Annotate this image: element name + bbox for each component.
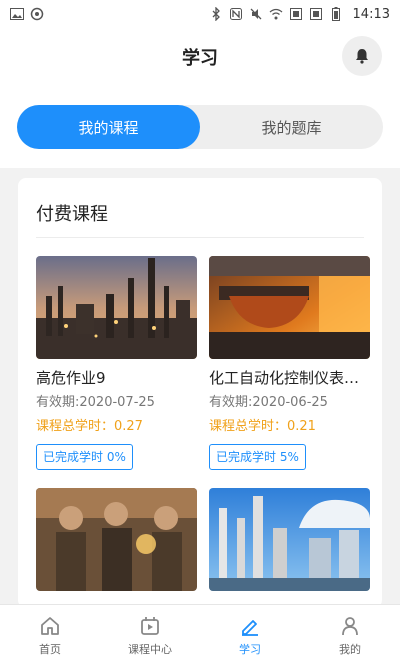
nav-label: 学习	[239, 642, 261, 656]
notification-button[interactable]	[342, 36, 382, 76]
nav-home[interactable]: 首页	[0, 605, 100, 666]
wifi-icon	[269, 7, 283, 21]
nav-label: 课程中心	[128, 642, 172, 656]
course-item[interactable]	[209, 488, 370, 591]
nfc-icon	[229, 7, 243, 21]
bottom-nav: 首页 课程中心 学习 我的	[0, 604, 400, 666]
status-time: 14:13	[352, 6, 390, 22]
course-thumbnail	[209, 488, 370, 591]
section-title: 付费课程	[36, 204, 108, 225]
nav-label: 首页	[39, 642, 61, 656]
paid-courses-card: 付费课程 高危作业9 有效期:2020-07-25 课程总学时：0.27 已完成…	[18, 178, 382, 608]
person-icon	[342, 616, 358, 635]
status-bar: 14:13	[0, 0, 400, 28]
course-thumbnail	[36, 488, 197, 591]
sim1-icon	[289, 7, 303, 21]
bell-icon	[356, 49, 368, 64]
sync-icon	[30, 7, 44, 21]
course-name: 化工自动化控制仪表作业	[209, 369, 370, 387]
pencil-icon	[242, 619, 258, 636]
tab-my-question-bank[interactable]: 我的题库	[200, 105, 383, 149]
divider	[36, 237, 364, 238]
battery-icon	[329, 7, 343, 21]
progress-badge: 已完成学时 5%	[209, 444, 306, 470]
app-header: 学习	[0, 28, 400, 86]
bluetooth-icon	[209, 7, 223, 21]
course-center-icon	[141, 616, 159, 635]
progress-badge: 已完成学时 0%	[36, 444, 133, 470]
nav-label: 我的	[339, 642, 361, 656]
mute-icon	[249, 7, 263, 21]
image-icon	[10, 7, 24, 21]
nav-study[interactable]: 学习	[200, 605, 300, 666]
home-icon	[41, 616, 59, 635]
tab-my-courses[interactable]: 我的课程	[17, 105, 200, 149]
course-validity: 有效期:2020-07-25	[36, 395, 155, 410]
course-item[interactable]	[36, 488, 197, 591]
sim2-icon	[309, 7, 323, 21]
page-title: 学习	[182, 48, 218, 69]
course-thumbnail	[36, 256, 197, 359]
course-name: 高危作业9	[36, 369, 106, 387]
nav-course-center[interactable]: 课程中心	[100, 605, 200, 666]
course-thumbnail	[209, 256, 370, 359]
course-hours: 课程总学时：0.21	[209, 419, 316, 434]
nav-mine[interactable]: 我的	[300, 605, 400, 666]
segmented-control: 我的课程 我的题库	[17, 105, 383, 149]
course-item[interactable]: 高危作业9 有效期:2020-07-25 课程总学时：0.27 已完成学时 0%	[36, 256, 197, 470]
course-validity: 有效期:2020-06-25	[209, 395, 328, 410]
course-item[interactable]: 化工自动化控制仪表作业 有效期:2020-06-25 课程总学时：0.21 已完…	[209, 256, 370, 470]
course-hours: 课程总学时：0.27	[36, 419, 143, 434]
tab-bar: 我的课程 我的题库	[0, 86, 400, 168]
